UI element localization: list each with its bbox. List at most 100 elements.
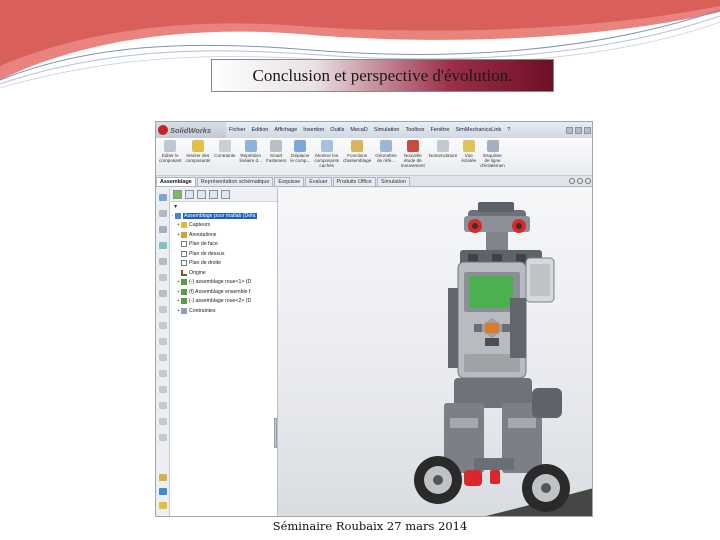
tree-item-contraintes[interactable]: + Contraintes: [170, 306, 277, 316]
tree-item-assemblage-roue-2[interactable]: + (-) assemblage roue<2> (D: [170, 297, 277, 307]
menu-insertion[interactable]: Insertion: [300, 127, 327, 133]
file-explorer-icon[interactable]: [159, 226, 167, 233]
configuration-manager-tab-icon[interactable]: [197, 190, 206, 199]
new-motion-study-button[interactable]: Nouvelle étude de mouvement: [401, 140, 425, 175]
tree-item-assemblage-roue-1[interactable]: + (-) assemblage roue<1> (D: [170, 278, 277, 288]
ribbon-label: Géométrie de réfé...: [375, 153, 397, 163]
paperclip-icon: [218, 140, 231, 152]
arc-icon[interactable]: [159, 370, 167, 377]
show-hidden-components-button[interactable]: Montrer les composants cachés: [314, 140, 339, 175]
menu-outils[interactable]: Outils: [327, 127, 347, 133]
graphics-viewport[interactable]: [278, 188, 592, 516]
feature-manager-tab-icon[interactable]: [173, 190, 182, 199]
tree-filter[interactable]: ▼: [170, 202, 277, 211]
resources-icon[interactable]: [159, 194, 167, 201]
ribbon-label: Insérer des composants: [185, 153, 211, 163]
menu-toolbox[interactable]: Toolbox: [402, 127, 427, 133]
tab-assemblage[interactable]: Assemblage: [156, 177, 196, 186]
open-file-icon[interactable]: [575, 126, 582, 134]
trim-icon[interactable]: [159, 434, 167, 441]
appearances-icon[interactable]: [159, 258, 167, 265]
tree-item-assemblage-ensemble[interactable]: + (f) Assemblage ensemble f: [170, 287, 277, 297]
move-component-button[interactable]: Déplacer le comp...: [290, 140, 310, 175]
lego-robot-model: [414, 202, 592, 516]
insert-components-button[interactable]: Insérer des composants: [185, 140, 210, 175]
panel-splitter-handle[interactable]: [274, 418, 277, 448]
assembly-features-button[interactable]: Fonctions d'assemblage: [343, 140, 371, 175]
linear-pattern-button[interactable]: Répétition linéaire d...: [239, 140, 262, 175]
quick-access-toolbar: [564, 126, 592, 134]
lock-icon[interactable]: [159, 488, 167, 495]
new-file-icon[interactable]: [566, 126, 573, 134]
color-icon[interactable]: [159, 502, 167, 509]
custom-properties-icon[interactable]: [159, 274, 167, 281]
explode-line-icon: [486, 140, 499, 152]
insert-components-icon: [191, 140, 204, 152]
tree-item-annotations[interactable]: + Annotations: [170, 230, 277, 240]
save-icon[interactable]: [584, 126, 591, 134]
rotate-view-icon[interactable]: [585, 178, 591, 184]
solidworks-logo-icon: [158, 125, 168, 135]
tool-icon[interactable]: [159, 290, 167, 297]
exploded-view-button[interactable]: Vue éclatée: [461, 140, 476, 175]
tab-produits-office[interactable]: Produits Office: [332, 177, 376, 186]
display-manager-tab-icon[interactable]: [221, 190, 230, 199]
edit-component-button[interactable]: Editer le composant: [159, 140, 181, 175]
tab-evaluer[interactable]: Evaluer: [305, 177, 332, 186]
menu-fenetre[interactable]: Fenêtre: [427, 127, 452, 133]
smart-dimension-icon[interactable]: [159, 418, 167, 425]
menu-fichier[interactable]: Fichier: [226, 127, 249, 133]
tab-simulation[interactable]: Simulation: [376, 177, 410, 186]
curve-icon[interactable]: [159, 322, 167, 329]
menu-simulation[interactable]: Simulation: [371, 127, 403, 133]
subassembly-icon: [181, 288, 187, 295]
explode-line-sketch-button[interactable]: Esquisse de ligne d'éclatemen: [480, 140, 505, 175]
ribbon-label: Smart Fasteners: [265, 153, 287, 163]
menu-mecad[interactable]: MecaD: [347, 127, 370, 133]
assembly-icon: [175, 212, 181, 219]
tree-item-plan-de-droite[interactable]: Plan de droite: [170, 259, 277, 269]
ribbon-label: Contrainte: [214, 153, 236, 158]
sketch-icon[interactable]: [159, 306, 167, 313]
zoom-fit-icon[interactable]: [569, 178, 575, 184]
tree-item-label: Annotations: [189, 231, 217, 238]
tree-item-label: (f) Assemblage ensemble f: [189, 288, 251, 295]
reference-geometry-button[interactable]: Géométrie de réfé...: [375, 140, 397, 175]
dimxpert-tab-icon[interactable]: [209, 190, 218, 199]
folder-icon: [181, 222, 187, 229]
tree-item-capteurs[interactable]: + Capteurs: [170, 221, 277, 231]
circle-icon[interactable]: [159, 354, 167, 361]
menu-simmechanicslink[interactable]: SimMechanicsLink: [452, 127, 504, 133]
menu-help[interactable]: ?: [504, 127, 513, 133]
tree-item-plan-de-dessus[interactable]: Plan de dessus: [170, 249, 277, 259]
zoom-area-icon[interactable]: [577, 178, 583, 184]
ribbon-label: Vue éclatée: [461, 153, 477, 163]
logo-text: SolidWorks: [170, 125, 212, 135]
design-library-icon[interactable]: [159, 210, 167, 217]
menu-edition[interactable]: Edition: [249, 127, 272, 133]
view-palette-icon[interactable]: [159, 242, 167, 249]
tree-item-origine[interactable]: Origine: [170, 268, 277, 278]
filter-icon: ▼: [173, 203, 179, 210]
bill-of-materials-button[interactable]: Nomenclature: [429, 140, 457, 175]
solidworks-logo[interactable]: SolidWorks: [156, 122, 226, 138]
tree-item-plan-de-face[interactable]: Plan de face: [170, 240, 277, 250]
line-icon[interactable]: [159, 338, 167, 345]
command-tabs: Assemblage Représentation schématique Es…: [156, 176, 592, 187]
edit-component-icon: [164, 140, 177, 152]
subassembly-icon: [181, 298, 187, 305]
menu-affichage[interactable]: Affichage: [271, 127, 300, 133]
point-icon[interactable]: [159, 402, 167, 409]
smart-fasteners-button[interactable]: Smart Fasteners: [266, 140, 286, 175]
rectangle-icon[interactable]: [159, 386, 167, 393]
tab-esquisse[interactable]: Esquisse: [274, 177, 305, 186]
ribbon-label: Nouvelle étude de mouvement: [400, 153, 425, 168]
tree-item-assembly-root[interactable]: - Assemblage pour matlab (Défa: [170, 211, 277, 221]
mates-icon: [181, 307, 187, 314]
property-manager-tab-icon[interactable]: [185, 190, 194, 199]
move-component-icon: [294, 140, 307, 152]
subassembly-icon: [181, 279, 187, 286]
mate-button[interactable]: Contrainte: [214, 140, 235, 175]
tab-representation-schematique[interactable]: Représentation schématique: [196, 177, 274, 186]
axis-icon[interactable]: [159, 474, 167, 481]
